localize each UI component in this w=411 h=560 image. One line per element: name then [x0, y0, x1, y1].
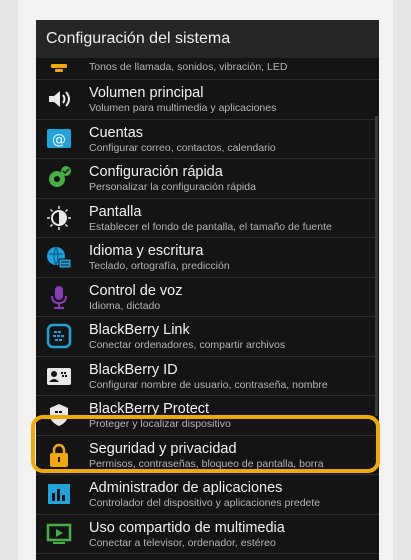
- settings-list[interactable]: Tonos de llamada, sonidos, vibración, LE…: [36, 58, 379, 554]
- settings-screen: Configuración del sistema Tonos de llama…: [36, 20, 379, 560]
- item-title: Control de voz: [89, 282, 183, 299]
- item-subtitle: Establecer el fondo de pantalla, el tama…: [89, 220, 332, 233]
- microphone-icon: [46, 284, 72, 310]
- item-title: Seguridad y privacidad: [89, 440, 237, 457]
- list-item-blackberry-id[interactable]: BlackBerry ID Configurar nombre de usuar…: [36, 357, 379, 396]
- item-title: Volumen principal: [89, 85, 204, 101]
- item-subtitle: Teclado, ortografía, predicción: [89, 260, 230, 272]
- item-title: Idioma y escritura: [89, 243, 204, 259]
- item-subtitle: Personalizar la configuración rápida: [89, 181, 256, 193]
- list-item-blackberry-link[interactable]: BlackBerry Link Conectar ordenadores, co…: [36, 317, 379, 357]
- scrollbar[interactable]: [375, 116, 378, 416]
- list-item-app-manager[interactable]: Administrador de aplicaciones Controlado…: [36, 475, 379, 515]
- item-title: Administrador de aplicaciones: [89, 480, 283, 496]
- device-frame: Configuración del sistema Tonos de llama…: [18, 0, 393, 560]
- item-subtitle: Configurar nombre de usuario, contraseña…: [89, 378, 328, 391]
- item-subtitle: Controlador del dispositivo y aplicacion…: [89, 497, 321, 509]
- lock-icon: [46, 442, 72, 468]
- item-subtitle: Tonos de llamada, sonidos, vibración, LE…: [89, 61, 288, 73]
- item-title: Uso compartido de multimedia: [89, 519, 285, 536]
- item-title: BlackBerry Link: [89, 322, 190, 338]
- list-item-accounts[interactable]: @ Cuentas Configurar correo, contactos, …: [36, 120, 379, 159]
- blackberry-link-icon: [46, 323, 72, 349]
- speaker-icon: [46, 86, 72, 112]
- page-title: Configuración del sistema: [36, 20, 379, 58]
- list-item-display[interactable]: Pantalla Establecer el fondo de pantalla…: [36, 199, 379, 238]
- item-title: Configuración rápida: [89, 164, 223, 180]
- language-icon: [46, 244, 72, 270]
- list-item-quick-settings[interactable]: Configuración rápida Personalizar la con…: [36, 159, 379, 199]
- item-title: Pantalla: [89, 203, 142, 220]
- item-title: Cuentas: [89, 124, 144, 141]
- at-sign-icon: @: [46, 126, 72, 152]
- app-manager-icon: [46, 481, 72, 507]
- media-share-icon: [46, 521, 72, 547]
- quick-settings-icon: [46, 165, 72, 191]
- item-subtitle: Conectar a televisor, ordenador, estéreo: [89, 536, 276, 549]
- display-icon: [46, 205, 72, 231]
- item-subtitle: Idioma, dictado: [89, 299, 161, 312]
- protect-icon: [46, 402, 72, 428]
- id-card-icon: [46, 363, 72, 389]
- list-item-media-sharing[interactable]: Uso compartido de multimedia Conectar a …: [36, 515, 379, 554]
- list-item-security[interactable]: Seguridad y privacidad Permisos, contras…: [36, 436, 379, 475]
- svg-text:@: @: [52, 132, 66, 148]
- item-subtitle: Configurar correo, contactos, calendario: [89, 141, 276, 154]
- list-item-voice-control[interactable]: Control de voz Idioma, dictado: [36, 278, 379, 317]
- item-title: BlackBerry Protect: [89, 401, 210, 417]
- notifications-icon: [46, 58, 72, 76]
- list-item-volume[interactable]: Volumen principal Volumen para multimedi…: [36, 80, 379, 120]
- item-subtitle: Volumen para multimedia y aplicaciones: [89, 102, 277, 114]
- list-item-notifications[interactable]: Tonos de llamada, sonidos, vibración, LE…: [36, 58, 379, 80]
- list-item-language[interactable]: Idioma y escritura Teclado, ortografía, …: [36, 238, 379, 278]
- item-subtitle: Proteger y localizar dispositivo: [89, 418, 231, 430]
- item-subtitle: Permisos, contraseñas, bloqueo de pantal…: [89, 457, 324, 470]
- item-title: BlackBerry ID: [89, 361, 178, 378]
- item-subtitle: Conectar ordenadores, compartir archivos: [89, 339, 286, 351]
- list-item-blackberry-protect[interactable]: BlackBerry Protect Proteger y localizar …: [36, 396, 379, 436]
